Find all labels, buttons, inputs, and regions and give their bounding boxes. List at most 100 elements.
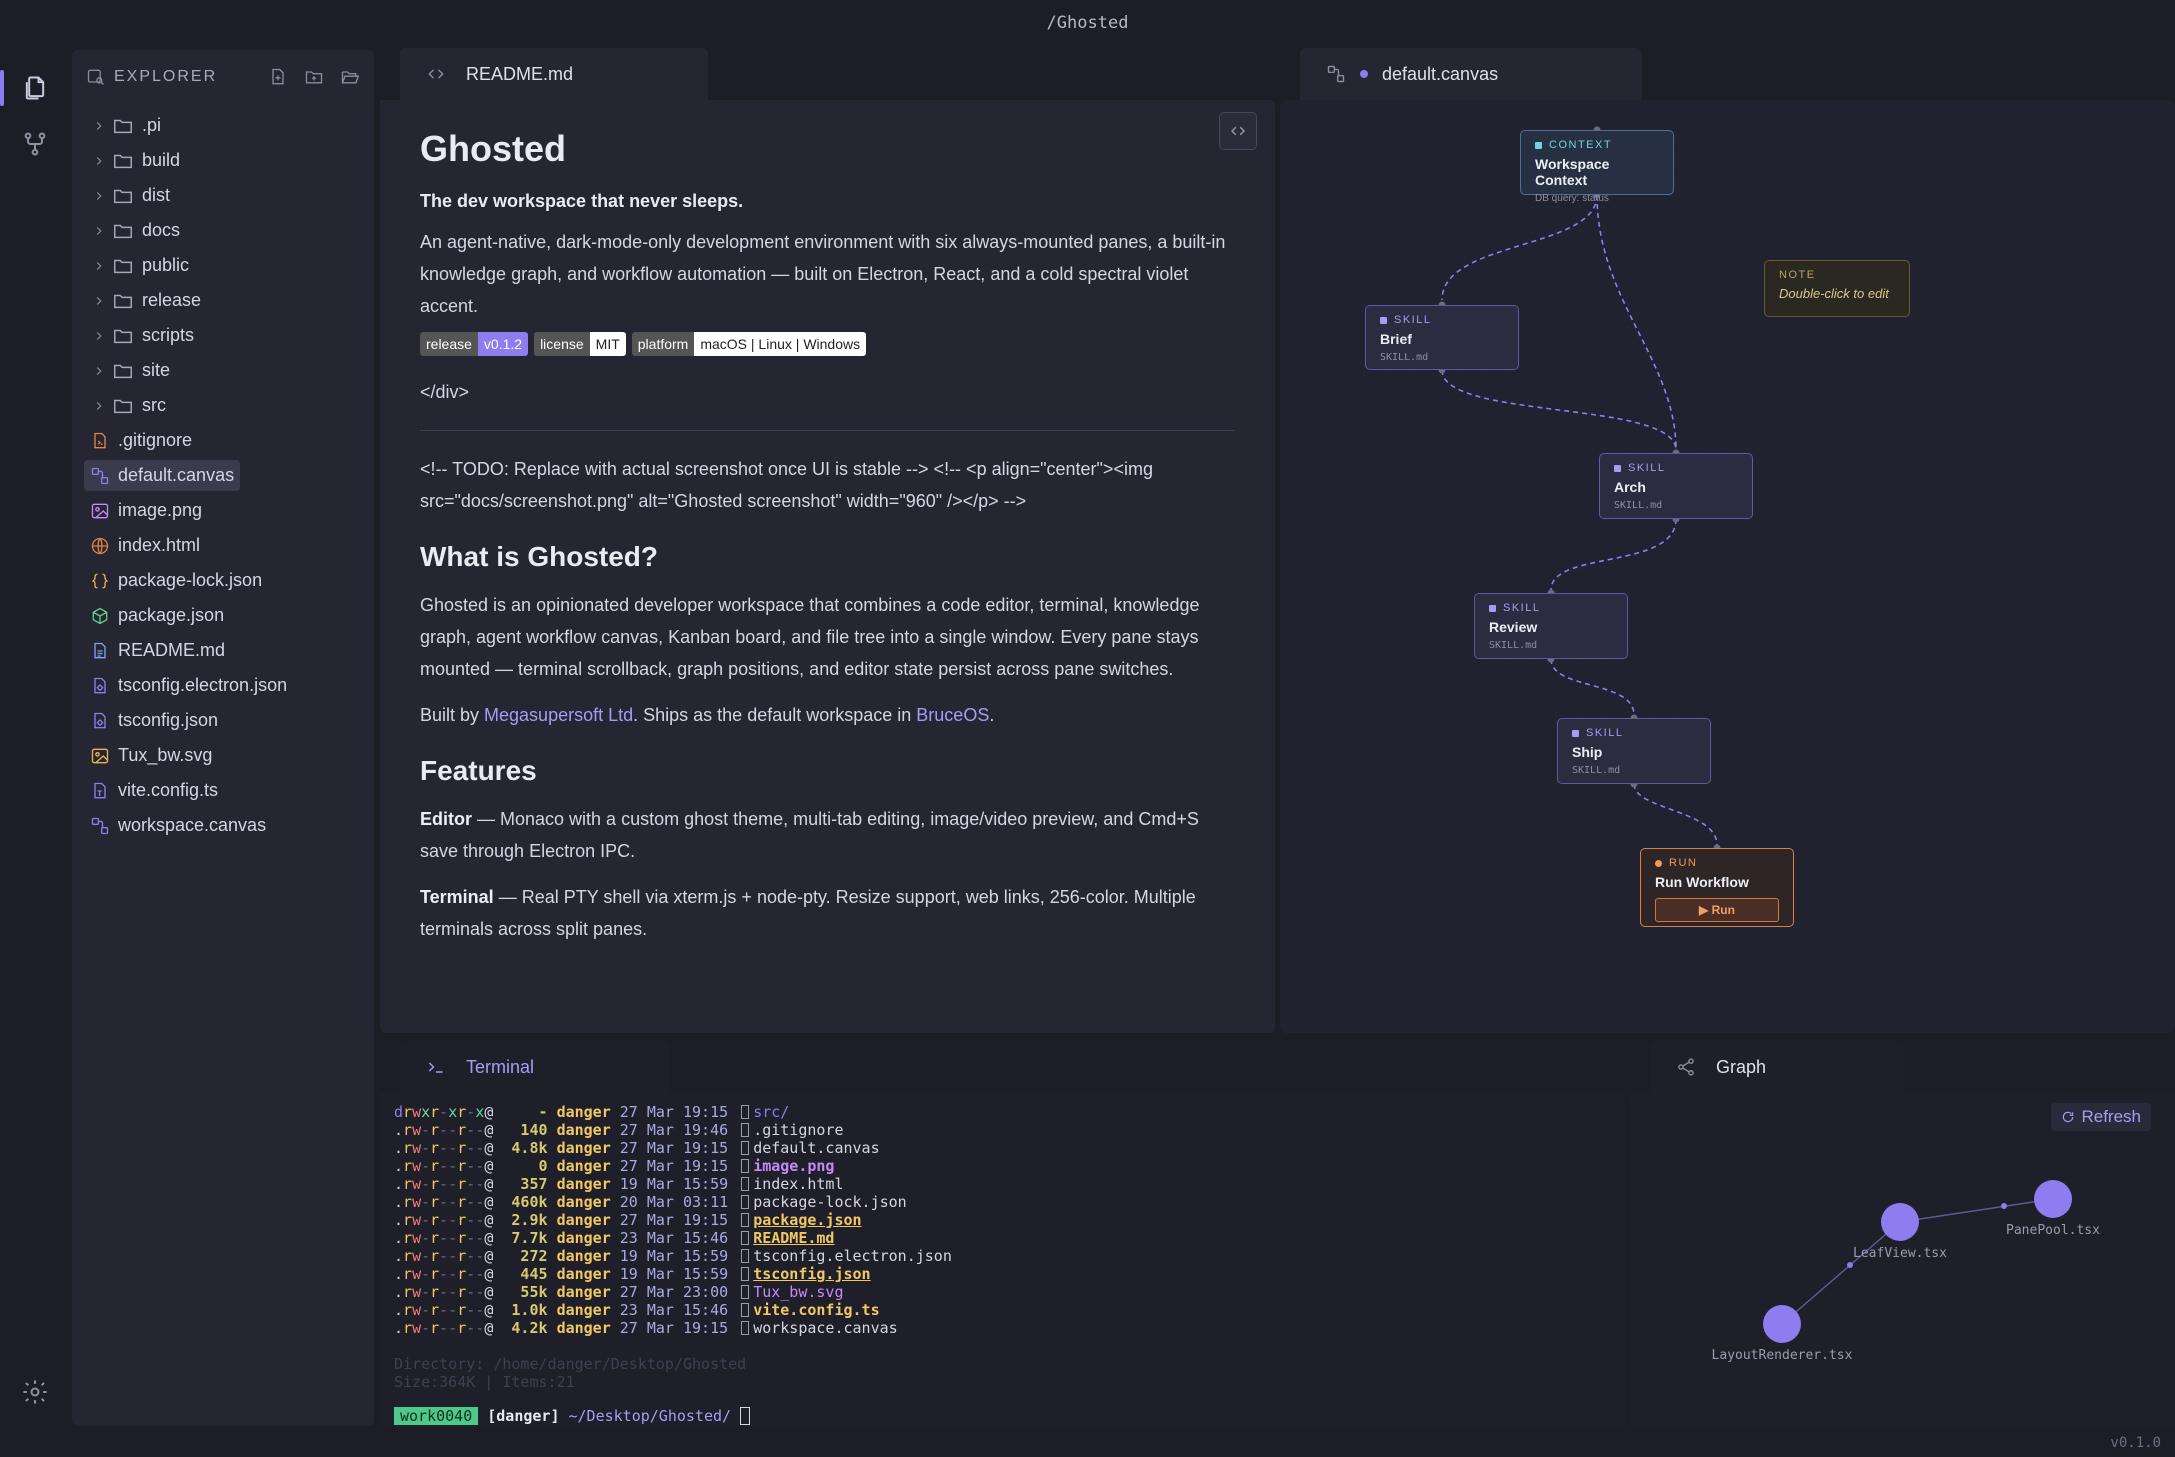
node-title: Double-click to edit xyxy=(1779,286,1889,301)
file-item[interactable]: .gitignore xyxy=(72,423,374,458)
file-glyph-icon xyxy=(741,1105,750,1119)
node-brief[interactable]: SKILL Brief SKILL.md xyxy=(1365,305,1519,370)
readme-title: Ghosted xyxy=(420,128,567,169)
graph-label-panepool: PanePool.tsx xyxy=(2006,1223,2100,1238)
terminal-pane[interactable]: drwxr-xr-x@ - danger 27 Mar 19:15 src/.r… xyxy=(380,1093,1625,1427)
open-folder-icon[interactable] xyxy=(340,67,360,87)
app-version: v0.1.0 xyxy=(2110,1435,2161,1451)
folder-item[interactable]: docs xyxy=(72,213,374,248)
file-size: 1.0k xyxy=(502,1301,548,1319)
bruceos-link[interactable]: BruceOS xyxy=(916,705,989,725)
badge-platform[interactable]: platform macOS | Linux | Windows xyxy=(631,332,867,356)
node-kind: CONTEXT xyxy=(1535,139,1659,151)
file-item[interactable]: package-lock.json xyxy=(72,563,374,598)
folder-item[interactable]: public xyxy=(72,248,374,283)
folder-icon xyxy=(114,119,132,133)
file-item[interactable]: Tux_bw.svg xyxy=(72,738,374,773)
explorer-activity-button[interactable] xyxy=(0,60,70,116)
workflow-canvas[interactable]: CONTEXT Workspace Context DB query: stat… xyxy=(1280,100,2175,1033)
file-item[interactable]: index.html xyxy=(72,528,374,563)
tab-readme[interactable]: README.md xyxy=(400,48,708,100)
readme-badges: release v0.1.2 license MIT platform macOS | L… xyxy=(420,332,1235,356)
folder-item[interactable]: build xyxy=(72,143,374,178)
file-item[interactable]: default.canvas xyxy=(72,458,374,493)
unsaved-dot xyxy=(1360,70,1368,78)
tab-readme-label: README.md xyxy=(466,63,574,84)
folder-item[interactable]: .pi xyxy=(72,108,374,143)
heading-what-is-ghosted: What is Ghosted? xyxy=(420,541,658,572)
explorer-header: EXPLORER xyxy=(72,50,374,104)
folder-item[interactable]: scripts xyxy=(72,318,374,353)
badge-key: license xyxy=(534,332,590,356)
tab-graph[interactable]: Graph xyxy=(1650,1041,1904,1093)
folder-icon xyxy=(114,294,132,308)
file-item[interactable]: vite.config.ts xyxy=(72,773,374,808)
file-glyph-icon xyxy=(741,1267,750,1281)
edge-context-arch xyxy=(1596,194,1677,451)
file-date: 27 Mar 19:15 xyxy=(619,1103,729,1121)
graph-edge-marker xyxy=(2001,1203,2007,1209)
folder-name: public xyxy=(142,255,190,275)
settings-activity-button[interactable] xyxy=(0,1364,70,1420)
explorer-sidebar: EXPLORER .pi build dist docs public release sc… xyxy=(72,50,374,1426)
source-control-activity-button[interactable] xyxy=(0,116,70,172)
file-glyph-icon xyxy=(741,1285,750,1299)
folder-item[interactable]: site xyxy=(72,353,374,388)
prompt-user: [danger] xyxy=(487,1407,560,1425)
node-run-workflow[interactable]: RUN Run Workflow ▶ Run xyxy=(1640,848,1794,927)
node-arch[interactable]: SKILL Arch SKILL.md xyxy=(1599,453,1753,519)
megasupersoft-link[interactable]: Megasupersoft Ltd xyxy=(484,705,633,725)
file-item[interactable]: image.png xyxy=(72,493,374,528)
file-item[interactable]: tsconfig.json xyxy=(72,703,374,738)
braces-icon xyxy=(91,573,109,588)
node-review[interactable]: SKILL Review SKILL.md xyxy=(1474,593,1628,659)
edge-arch-review xyxy=(1550,518,1677,591)
node-kind: NOTE xyxy=(1779,269,1816,281)
folder-item[interactable]: dist xyxy=(72,178,374,213)
graph-node-leafview[interactable] xyxy=(1881,1203,1919,1241)
terminal-tabbar: Terminal xyxy=(400,1041,670,1093)
file-name: Tux_bw.svg xyxy=(118,745,213,765)
new-folder-icon[interactable] xyxy=(304,67,324,87)
file-owner: danger xyxy=(556,1265,611,1283)
tab-terminal[interactable]: Terminal xyxy=(400,1041,670,1093)
file-item[interactable]: package.json xyxy=(72,598,374,633)
graph-node-layoutrenderer[interactable] xyxy=(1763,1305,1801,1343)
edge-review-ship xyxy=(1550,658,1635,716)
node-note[interactable]: NOTE Double-click to edit xyxy=(1764,260,1910,317)
toggle-source-button[interactable] xyxy=(1219,112,1257,150)
file-size: 445 xyxy=(502,1265,548,1283)
run-button[interactable]: ▶ Run xyxy=(1655,898,1779,922)
node-ship[interactable]: SKILL Ship SKILL.md xyxy=(1557,718,1711,784)
file-size: 4.8k xyxy=(502,1139,548,1157)
folder-item[interactable]: release xyxy=(72,283,374,318)
file-size: 0 xyxy=(502,1157,548,1175)
file-glyph-icon xyxy=(741,1123,750,1137)
folder-name: build xyxy=(142,150,181,170)
node-workspace-context[interactable]: CONTEXT Workspace Context DB query: stat… xyxy=(1520,130,1674,204)
tab-default-canvas[interactable]: default.canvas xyxy=(1300,48,1642,100)
edge-context-brief xyxy=(1441,194,1598,301)
chevron-right-icon xyxy=(96,296,102,305)
graph-node-panepool[interactable] xyxy=(2034,1180,2072,1218)
file-name: tsconfig.json xyxy=(118,710,219,730)
badge-license[interactable]: license MIT xyxy=(534,332,626,356)
badge-key: release xyxy=(420,332,478,356)
terminal-line: .rw-r--r--@ 140 danger 27 Mar 19:46 .git… xyxy=(394,1121,844,1139)
prompt-path: ~/Desktop/Ghosted/ xyxy=(568,1407,732,1425)
file-item[interactable]: README.md xyxy=(72,633,374,668)
folder-item[interactable]: src xyxy=(72,388,374,423)
file-item[interactable]: workspace.canvas xyxy=(72,808,374,843)
badge-value: MIT xyxy=(589,332,626,356)
chevron-right-icon xyxy=(96,401,102,410)
file-item[interactable]: tsconfig.electron.json xyxy=(72,668,374,703)
terminal-prompt[interactable]: work0040 [danger] ~/Desktop/Ghosted/ xyxy=(394,1407,1611,1425)
file-glyph-icon xyxy=(741,1177,750,1191)
new-file-icon[interactable] xyxy=(268,67,288,87)
file-name: .gitignore xyxy=(118,430,193,450)
graph-pane[interactable]: Refresh LeafView.tsx PanePool.tsx Layout… xyxy=(1630,1093,2175,1427)
badge-release[interactable]: release v0.1.2 xyxy=(420,332,529,356)
file-name: index.html xyxy=(118,535,201,555)
edge-brief-arch xyxy=(1441,369,1677,451)
node-subtitle: SKILL.md xyxy=(1380,352,1429,363)
